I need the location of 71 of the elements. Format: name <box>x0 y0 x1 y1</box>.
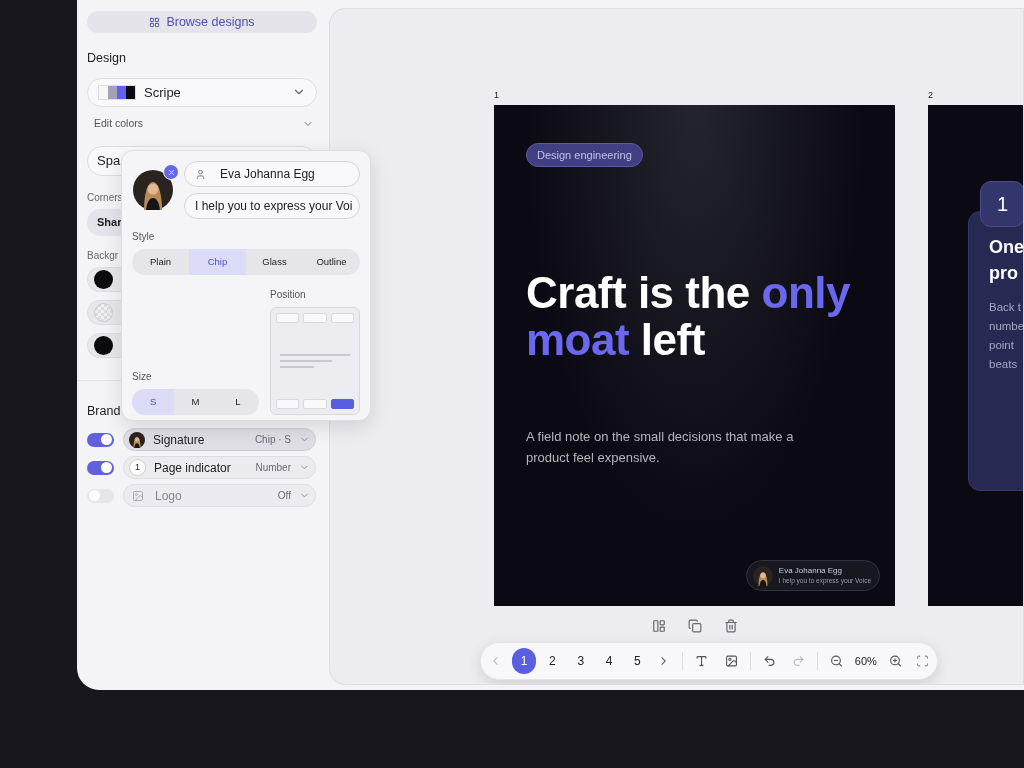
section-label: Corners <box>87 190 123 205</box>
toggle-switch[interactable] <box>87 488 114 503</box>
page-button[interactable]: 5 <box>625 648 650 674</box>
signature-name: Eva Johanna Egg <box>778 566 844 576</box>
section-label: Design <box>87 50 127 67</box>
toggle-switch[interactable] <box>87 460 114 475</box>
image-icon <box>132 489 144 502</box>
slide-number: 2 <box>928 89 934 101</box>
card-title: One <box>989 236 1023 259</box>
remove-button[interactable] <box>163 164 179 180</box>
palette-swatches <box>98 84 136 100</box>
slide-headline: Craft is the only moat left <box>526 269 851 363</box>
item-label: Signature <box>153 431 206 449</box>
page-badge: 1 <box>980 181 1023 227</box>
item-value: Off <box>277 489 291 504</box>
card-text: Back t <box>989 300 1022 315</box>
size-option[interactable]: M <box>174 389 217 415</box>
name-field[interactable]: Eva Johanna Egg <box>184 161 360 187</box>
style-option[interactable]: Plain <box>132 249 189 275</box>
card-text: beats <box>989 357 1019 372</box>
duplicate-icon <box>687 619 702 633</box>
section-label: Style <box>132 230 156 244</box>
section-label: Size <box>132 370 153 384</box>
card-text: point <box>989 338 1015 353</box>
position-slot[interactable] <box>330 399 354 409</box>
toggle-switch[interactable] <box>87 432 114 447</box>
item-value: Number <box>255 461 291 476</box>
brand-item-select[interactable]: Logo Off <box>123 484 316 508</box>
style-option[interactable]: Glass <box>246 249 303 275</box>
browse-designs-button[interactable]: Browse designs <box>87 11 317 33</box>
item-label: Logo <box>155 487 183 505</box>
brand-item-select[interactable]: Signature Chip · S <box>123 428 316 452</box>
section-label: Position <box>270 288 307 302</box>
page-button[interactable]: 2 <box>540 648 565 674</box>
style-option[interactable]: Chip <box>189 249 246 275</box>
image-icon[interactable] <box>724 654 738 668</box>
design-select[interactable]: Scripe <box>87 77 317 107</box>
page-button[interactable]: 4 <box>596 648 622 674</box>
size-option[interactable]: S <box>132 389 175 415</box>
section-label: Brand <box>87 402 121 420</box>
close-icon <box>166 167 176 177</box>
avatar-icon <box>752 565 773 586</box>
fit-icon[interactable] <box>915 654 929 668</box>
section-label: Backgr <box>87 248 119 263</box>
tag-chip: Design engineering <box>526 143 643 167</box>
item-value: Chip · S <box>254 433 291 448</box>
number-badge: 1 <box>129 459 146 477</box>
style-option[interactable]: Outline <box>303 249 360 275</box>
slide-subtitle: A field note on the small decisions that make a product feel expensive. <box>526 428 795 467</box>
zoom-out-icon[interactable] <box>829 654 843 668</box>
undo-icon[interactable] <box>762 654 776 668</box>
page-button[interactable]: 3 <box>568 648 593 674</box>
edit-colors-link[interactable]: Edit colors <box>94 115 144 132</box>
text-icon[interactable] <box>695 654 709 668</box>
avatar-icon <box>129 431 145 448</box>
slide-card[interactable]: One pro Back t numbe point beats 1 <box>928 105 1023 606</box>
item-label: Page indicator <box>154 459 232 477</box>
card-text: numbe <box>989 319 1023 334</box>
avatar-icon <box>133 170 173 210</box>
card-title: pro <box>989 262 1019 285</box>
page-button[interactable]: 1 <box>512 648 537 674</box>
person-icon <box>195 168 206 180</box>
bio-field[interactable]: I help you to express your Voi <box>184 193 360 219</box>
trash-icon <box>723 619 738 633</box>
grid-icon <box>149 16 161 28</box>
size-option[interactable]: L <box>216 389 259 415</box>
layout-icon <box>651 619 666 633</box>
brand-item-select[interactable]: 1 Page indicator Number <box>123 456 316 480</box>
slide-number: 1 <box>494 89 500 101</box>
zoom-in-icon[interactable] <box>888 654 902 668</box>
zoom-level: 60% <box>854 653 877 669</box>
